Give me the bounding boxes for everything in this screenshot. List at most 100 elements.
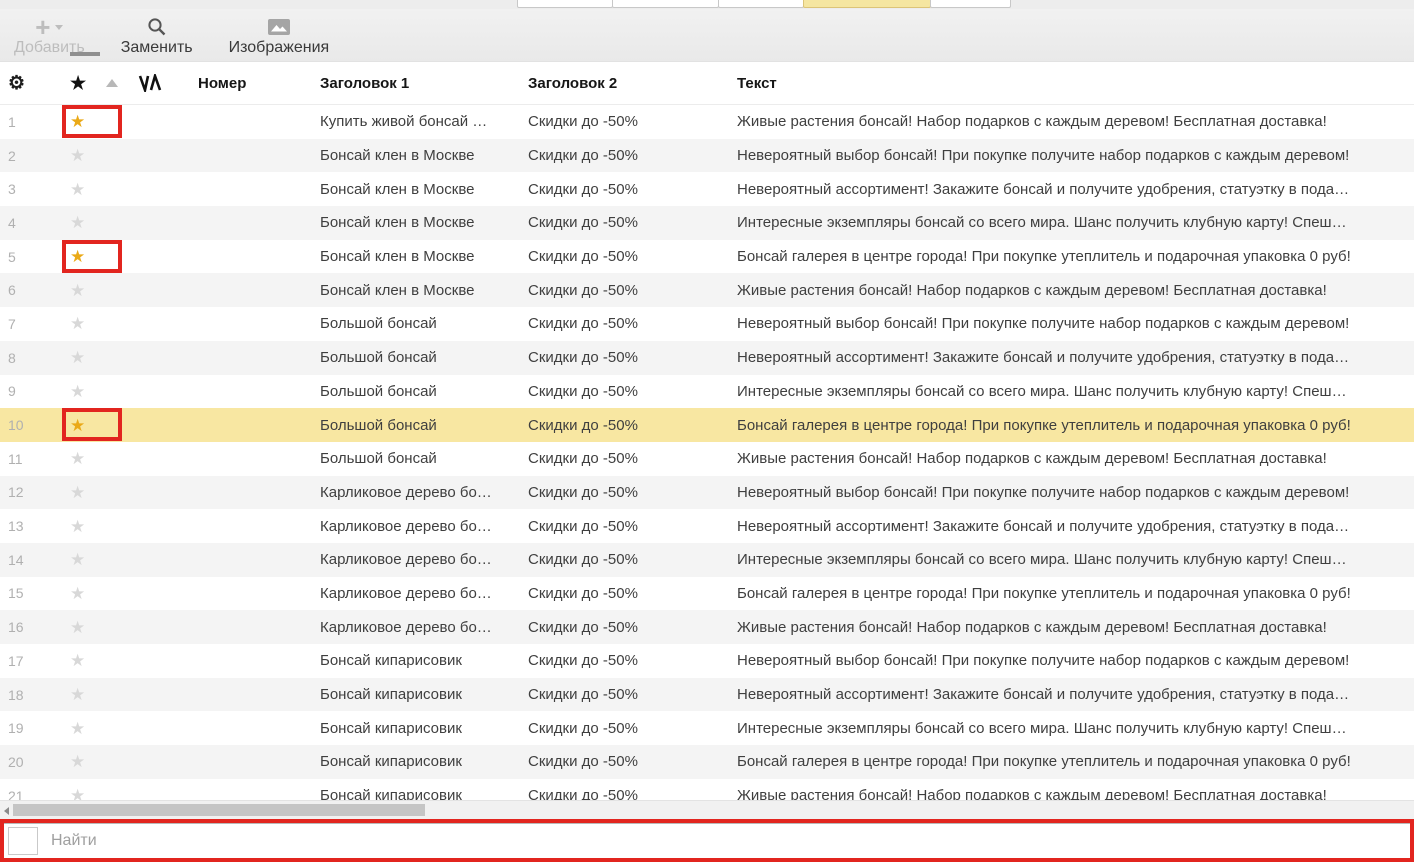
cell-text: Невероятный ассортимент! Закажите бонсай… bbox=[737, 181, 1414, 198]
search-bar bbox=[4, 823, 1410, 858]
star-icon[interactable]: ★ bbox=[62, 282, 85, 299]
star-icon[interactable]: ★ bbox=[62, 450, 85, 467]
row-number: 18 bbox=[0, 687, 62, 703]
star-icon[interactable]: ★ bbox=[62, 181, 85, 198]
cell-text: Бонсай галерея в центре города! При поку… bbox=[737, 417, 1414, 434]
cell-headline1: Большой бонсай bbox=[320, 315, 528, 332]
row-number: 19 bbox=[0, 720, 62, 736]
column-header-text[interactable]: Текст bbox=[737, 75, 1414, 92]
star-icon[interactable]: ★ bbox=[62, 383, 85, 400]
column-settings-cell: ⚙ bbox=[0, 72, 62, 95]
star-icon[interactable]: ★ bbox=[62, 720, 85, 737]
table-row[interactable]: 7 ★ Большой бонсай Скидки до -50% Неверо… bbox=[0, 307, 1414, 341]
cell-text: Живые растения бонсай! Набор подарков с … bbox=[737, 619, 1414, 636]
cell-headline1: Карликовое дерево бо… bbox=[320, 619, 528, 636]
star-icon[interactable]: ★ bbox=[62, 585, 85, 602]
table-row[interactable]: 20 ★ Бонсай кипарисовик Скидки до -50% Б… bbox=[0, 745, 1414, 779]
table-row[interactable]: 13 ★ Карликовое дерево бо… Скидки до -50… bbox=[0, 509, 1414, 543]
row-number: 3 bbox=[0, 181, 62, 197]
tab-2[interactable] bbox=[612, 0, 719, 8]
star-icon[interactable]: ★ bbox=[62, 753, 85, 770]
table-row[interactable]: 9 ★ Большой бонсай Скидки до -50% Интере… bbox=[0, 375, 1414, 409]
cell-headline1: Купить живой бонсай … bbox=[320, 113, 528, 130]
table-row[interactable]: 2 ★ Бонсай клен в Москве Скидки до -50% … bbox=[0, 139, 1414, 173]
star-cell: ★ bbox=[62, 273, 122, 307]
cell-headline1: Бонсай кипарисовик bbox=[320, 720, 528, 737]
cell-headline1: Большой бонсай bbox=[320, 450, 528, 467]
star-icon[interactable]: ★ bbox=[62, 315, 85, 332]
star-icon[interactable]: ★ bbox=[62, 787, 85, 800]
cell-headline2: Скидки до -50% bbox=[528, 181, 737, 198]
row-number: 13 bbox=[0, 518, 62, 534]
table-row[interactable]: 21 ★ Бонсай кипарисовик Скидки до -50% Ж… bbox=[0, 779, 1414, 800]
table-row[interactable]: 6 ★ Бонсай клен в Москве Скидки до -50% … bbox=[0, 273, 1414, 307]
column-header-headline1[interactable]: Заголовок 1 bbox=[320, 75, 528, 92]
star-icon[interactable]: ★ bbox=[62, 484, 85, 501]
table-row[interactable]: 19 ★ Бонсай кипарисовик Скидки до -50% И… bbox=[0, 711, 1414, 745]
star-icon[interactable]: ★ bbox=[62, 417, 85, 434]
table-row[interactable]: 16 ★ Карликовое дерево бо… Скидки до -50… bbox=[0, 610, 1414, 644]
cell-headline2: Скидки до -50% bbox=[528, 248, 737, 265]
cell-headline2: Скидки до -50% bbox=[528, 349, 737, 366]
tab-1[interactable] bbox=[517, 0, 613, 8]
images-button[interactable]: Изображения bbox=[229, 16, 330, 61]
star-cell: ★ bbox=[62, 206, 122, 240]
table-row[interactable]: 17 ★ Бонсай кипарисовик Скидки до -50% Н… bbox=[0, 644, 1414, 678]
star-column-icon: ★ bbox=[62, 73, 86, 94]
star-cell: ★ bbox=[62, 139, 122, 173]
table-row[interactable]: 4 ★ Бонсай клен в Москве Скидки до -50% … bbox=[0, 206, 1414, 240]
star-icon[interactable]: ★ bbox=[62, 113, 85, 130]
star-cell: ★ bbox=[62, 172, 122, 206]
star-icon[interactable]: ★ bbox=[62, 551, 85, 568]
sort-direction-up-icon[interactable] bbox=[106, 79, 118, 87]
cell-text: Невероятный выбор бонсай! При покупке по… bbox=[737, 652, 1414, 669]
star-cell: ★ bbox=[62, 779, 122, 800]
star-cell: ★ bbox=[62, 375, 122, 409]
tab-5[interactable] bbox=[930, 0, 1011, 8]
star-cell: ★ bbox=[62, 442, 122, 476]
tab-4-active[interactable] bbox=[803, 0, 931, 8]
table-row[interactable]: 14 ★ Карликовое дерево бо… Скидки до -50… bbox=[0, 543, 1414, 577]
column-header-headline2[interactable]: Заголовок 2 bbox=[528, 75, 737, 92]
horizontal-scrollbar[interactable] bbox=[0, 800, 1414, 819]
star-icon[interactable]: ★ bbox=[62, 248, 85, 265]
column-header-number[interactable]: Номер bbox=[198, 75, 320, 92]
table-row[interactable]: 15 ★ Карликовое дерево бо… Скидки до -50… bbox=[0, 577, 1414, 611]
star-icon[interactable]: ★ bbox=[62, 518, 85, 535]
cell-headline2: Скидки до -50% bbox=[528, 147, 737, 164]
table-row[interactable]: 8 ★ Большой бонсай Скидки до -50% Неверо… bbox=[0, 341, 1414, 375]
cell-headline2: Скидки до -50% bbox=[528, 518, 737, 535]
star-icon[interactable]: ★ bbox=[62, 349, 85, 366]
star-icon[interactable]: ★ bbox=[62, 686, 85, 703]
gear-icon[interactable]: ⚙ bbox=[8, 73, 25, 94]
star-icon[interactable]: ★ bbox=[62, 619, 85, 636]
table-row[interactable]: 3 ★ Бонсай клен в Москве Скидки до -50% … bbox=[0, 172, 1414, 206]
cell-text: Невероятный ассортимент! Закажите бонсай… bbox=[737, 686, 1414, 703]
cell-text: Бонсай галерея в центре города! При поку… bbox=[737, 585, 1414, 602]
search-scope-box[interactable] bbox=[8, 827, 38, 855]
star-icon[interactable]: ★ bbox=[62, 147, 85, 164]
table-row[interactable]: 18 ★ Бонсай кипарисовик Скидки до -50% Н… bbox=[0, 678, 1414, 712]
table-row[interactable]: 12 ★ Карликовое дерево бо… Скидки до -50… bbox=[0, 476, 1414, 510]
column-header-star[interactable]: ★ bbox=[62, 62, 122, 104]
column-header-status[interactable] bbox=[122, 74, 198, 92]
sort-indicator-bar bbox=[70, 52, 100, 56]
table-row[interactable]: 1 ★ Купить живой бонсай … Скидки до -50%… bbox=[0, 105, 1414, 139]
scrollbar-thumb[interactable] bbox=[13, 804, 425, 816]
scroll-left-arrow-icon[interactable] bbox=[4, 807, 9, 815]
cell-headline1: Большой бонсай bbox=[320, 383, 528, 400]
row-number: 16 bbox=[0, 619, 62, 635]
plus-icon: + bbox=[35, 16, 63, 38]
table-row[interactable]: 10 ★ Большой бонсай Скидки до -50% Бонса… bbox=[0, 408, 1414, 442]
star-cell: ★ bbox=[62, 509, 122, 543]
cell-headline2: Скидки до -50% bbox=[528, 551, 737, 568]
star-cell: ★ bbox=[62, 577, 122, 611]
table-row[interactable]: 11 ★ Большой бонсай Скидки до -50% Живые… bbox=[0, 442, 1414, 476]
table-row[interactable]: 5 ★ Бонсай клен в Москве Скидки до -50% … bbox=[0, 240, 1414, 274]
tab-3[interactable] bbox=[718, 0, 804, 8]
search-input[interactable] bbox=[38, 824, 1410, 858]
star-icon[interactable]: ★ bbox=[62, 652, 85, 669]
cell-headline2: Скидки до -50% bbox=[528, 720, 737, 737]
replace-button[interactable]: Заменить bbox=[121, 16, 193, 61]
star-icon[interactable]: ★ bbox=[62, 214, 85, 231]
